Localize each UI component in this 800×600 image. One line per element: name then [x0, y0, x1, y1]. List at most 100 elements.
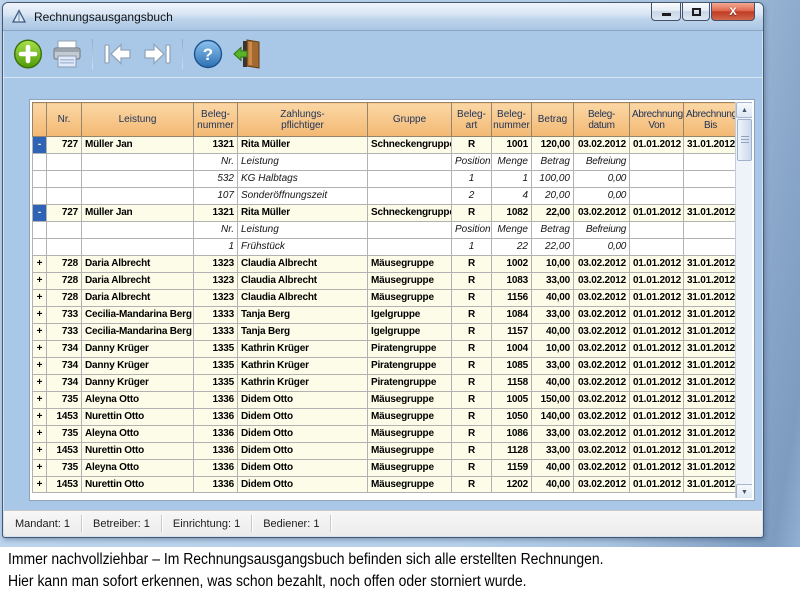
- expand-row-button[interactable]: +: [33, 358, 47, 375]
- column-header-leistung[interactable]: Leistung: [82, 103, 194, 137]
- cell-abrechnung_bis: [684, 188, 738, 205]
- cell-belegart: 1: [452, 171, 492, 188]
- navigate-forward-button[interactable]: [140, 36, 174, 72]
- scrollbar-thumb[interactable]: [737, 119, 752, 161]
- column-header-expander[interactable]: [33, 103, 47, 137]
- column-header-abrechnung_von[interactable]: Abrechnung Von: [630, 103, 684, 137]
- expand-row-button[interactable]: +: [33, 307, 47, 324]
- cell-nr: [47, 171, 82, 188]
- column-header-betrag[interactable]: Betrag: [532, 103, 574, 137]
- table-row-main[interactable]: -727Müller Jan1321Rita MüllerSchneckengr…: [33, 205, 738, 222]
- expand-row-button[interactable]: +: [33, 273, 47, 290]
- cell-belegnummer: 1321: [194, 205, 238, 222]
- table-row-subrow[interactable]: 107Sonderöffnungszeit2420,000,00: [33, 188, 738, 205]
- cell-belegnummer2: 1085: [492, 358, 532, 375]
- invoice-grid-panel: Nr.LeistungBeleg- nummerZahlungs- pflich…: [29, 99, 755, 501]
- statusbar-mandant: Mandant: 1: [4, 518, 81, 530]
- cell-zahlungspflichtiger: Sonderöffnungszeit: [238, 188, 368, 205]
- column-header-zahlungspflichtiger[interactable]: Zahlungs- pflichtiger: [238, 103, 368, 137]
- cell-abrechnung_bis: 31.01.2012: [684, 375, 738, 392]
- expand-row-button[interactable]: +: [33, 290, 47, 307]
- table-row-subrow[interactable]: 532KG Halbtags11100,000,00: [33, 171, 738, 188]
- arrow-right-icon: [141, 40, 173, 68]
- column-header-belegnummer2[interactable]: Beleg- nummer: [492, 103, 532, 137]
- expand-row-button[interactable]: +: [33, 443, 47, 460]
- close-button[interactable]: X: [711, 3, 755, 21]
- window-titlebar[interactable]: Rechnungsausgangsbuch X: [3, 3, 763, 31]
- cell-betrag: 10,00: [532, 341, 574, 358]
- table-row-main[interactable]: -727Müller Jan1321Rita MüllerSchneckengr…: [33, 137, 738, 154]
- table-row-main[interactable]: +728Daria Albrecht1323Claudia AlbrechtMä…: [33, 273, 738, 290]
- cell-belegdatum: Befreiung: [574, 222, 630, 239]
- table-row-main[interactable]: +733Cecilia-Mandarina Berg1333Tanja Berg…: [33, 324, 738, 341]
- cell-nr: [47, 188, 82, 205]
- cell-leistung: Cecilia-Mandarina Berg: [82, 307, 194, 324]
- expand-row-button[interactable]: +: [33, 341, 47, 358]
- table-row-main[interactable]: +728Daria Albrecht1323Claudia AlbrechtMä…: [33, 256, 738, 273]
- expand-row-button[interactable]: +: [33, 375, 47, 392]
- maximize-button[interactable]: [682, 3, 710, 21]
- column-header-belegnummer[interactable]: Beleg- nummer: [194, 103, 238, 137]
- cell-belegart: R: [452, 273, 492, 290]
- print-button[interactable]: [50, 36, 84, 72]
- cell-zahlungspflichtiger: Didem Otto: [238, 426, 368, 443]
- cell-gruppe: [368, 154, 452, 171]
- expand-row-button[interactable]: +: [33, 426, 47, 443]
- cell-belegdatum: 03.02.2012: [574, 426, 630, 443]
- table-row-main[interactable]: +734Danny Krüger1335Kathrin KrügerPirate…: [33, 358, 738, 375]
- help-button[interactable]: ?: [191, 36, 225, 72]
- table-row-main[interactable]: +735Aleyna Otto1336Didem OttoMäusegruppe…: [33, 426, 738, 443]
- expand-row-button[interactable]: +: [33, 392, 47, 409]
- add-button[interactable]: [11, 36, 45, 72]
- cell-zahlungspflichtiger: Kathrin Krüger: [238, 375, 368, 392]
- table-row-main[interactable]: +1453Nurettin Otto1336Didem OttoMäusegru…: [33, 477, 738, 493]
- collapse-row-button[interactable]: -: [33, 205, 47, 222]
- table-row-subheader[interactable]: Nr.LeistungPositionMengeBetragBefreiung: [33, 222, 738, 239]
- table-row-main[interactable]: +733Cecilia-Mandarina Berg1333Tanja Berg…: [33, 307, 738, 324]
- table-row-main[interactable]: +735Aleyna Otto1336Didem OttoMäusegruppe…: [33, 460, 738, 477]
- expand-row-button[interactable]: +: [33, 460, 47, 477]
- expand-row-button[interactable]: +: [33, 324, 47, 341]
- column-header-belegart[interactable]: Beleg- art: [452, 103, 492, 137]
- statusbar-divider: [330, 515, 331, 532]
- expand-row-button[interactable]: +: [33, 477, 47, 493]
- table-row-subheader[interactable]: Nr.LeistungPositionMengeBetragBefreiung: [33, 154, 738, 171]
- column-header-nr[interactable]: Nr.: [47, 103, 82, 137]
- scroll-up-button[interactable]: ▲: [736, 102, 752, 118]
- collapse-row-button[interactable]: -: [33, 137, 47, 154]
- table-row-main[interactable]: +735Aleyna Otto1336Didem OttoMäusegruppe…: [33, 392, 738, 409]
- cell-abrechnung_bis: 31.01.2012: [684, 341, 738, 358]
- cell-betrag: 10,00: [532, 256, 574, 273]
- cell-belegnummer2: 1: [492, 171, 532, 188]
- cell-belegart: R: [452, 205, 492, 222]
- cell-belegnummer2: 1202: [492, 477, 532, 493]
- vertical-scrollbar[interactable]: ▲ ▼: [735, 102, 752, 498]
- table-row-main[interactable]: +1453Nurettin Otto1336Didem OttoMäusegru…: [33, 409, 738, 426]
- cell-nr: [47, 222, 82, 239]
- cell-zahlungspflichtiger: Claudia Albrecht: [238, 290, 368, 307]
- cell-belegnummer: Nr.: [194, 222, 238, 239]
- window-controls: X: [651, 3, 763, 30]
- table-row-subrow[interactable]: 1Frühstück12222,000,00: [33, 239, 738, 256]
- column-header-gruppe[interactable]: Gruppe: [368, 103, 452, 137]
- column-header-abrechnung_bis[interactable]: Abrechnung Bis: [684, 103, 738, 137]
- cell-abrechnung_bis: 31.01.2012: [684, 409, 738, 426]
- cell-zahlungspflichtiger: Didem Otto: [238, 460, 368, 477]
- column-header-belegdatum[interactable]: Beleg- datum: [574, 103, 630, 137]
- cell-belegnummer: 1335: [194, 358, 238, 375]
- exit-button[interactable]: [230, 36, 264, 72]
- cell-zahlungspflichtiger: Tanja Berg: [238, 324, 368, 341]
- expand-row-button[interactable]: +: [33, 256, 47, 273]
- table-row-main[interactable]: +728Daria Albrecht1323Claudia AlbrechtMä…: [33, 290, 738, 307]
- expand-row-button[interactable]: +: [33, 409, 47, 426]
- navigate-back-button[interactable]: [101, 36, 135, 72]
- table-row-main[interactable]: +1453Nurettin Otto1336Didem OttoMäusegru…: [33, 443, 738, 460]
- cell-abrechnung_bis: 31.01.2012: [684, 205, 738, 222]
- table-row-main[interactable]: +734Danny Krüger1335Kathrin KrügerPirate…: [33, 341, 738, 358]
- cell-abrechnung_von: [630, 154, 684, 171]
- scroll-down-button[interactable]: ▼: [736, 484, 752, 498]
- minimize-button[interactable]: [651, 3, 681, 21]
- cell-leistung: Müller Jan: [82, 205, 194, 222]
- cell-zahlungspflichtiger: Rita Müller: [238, 205, 368, 222]
- table-row-main[interactable]: +734Danny Krüger1335Kathrin KrügerPirate…: [33, 375, 738, 392]
